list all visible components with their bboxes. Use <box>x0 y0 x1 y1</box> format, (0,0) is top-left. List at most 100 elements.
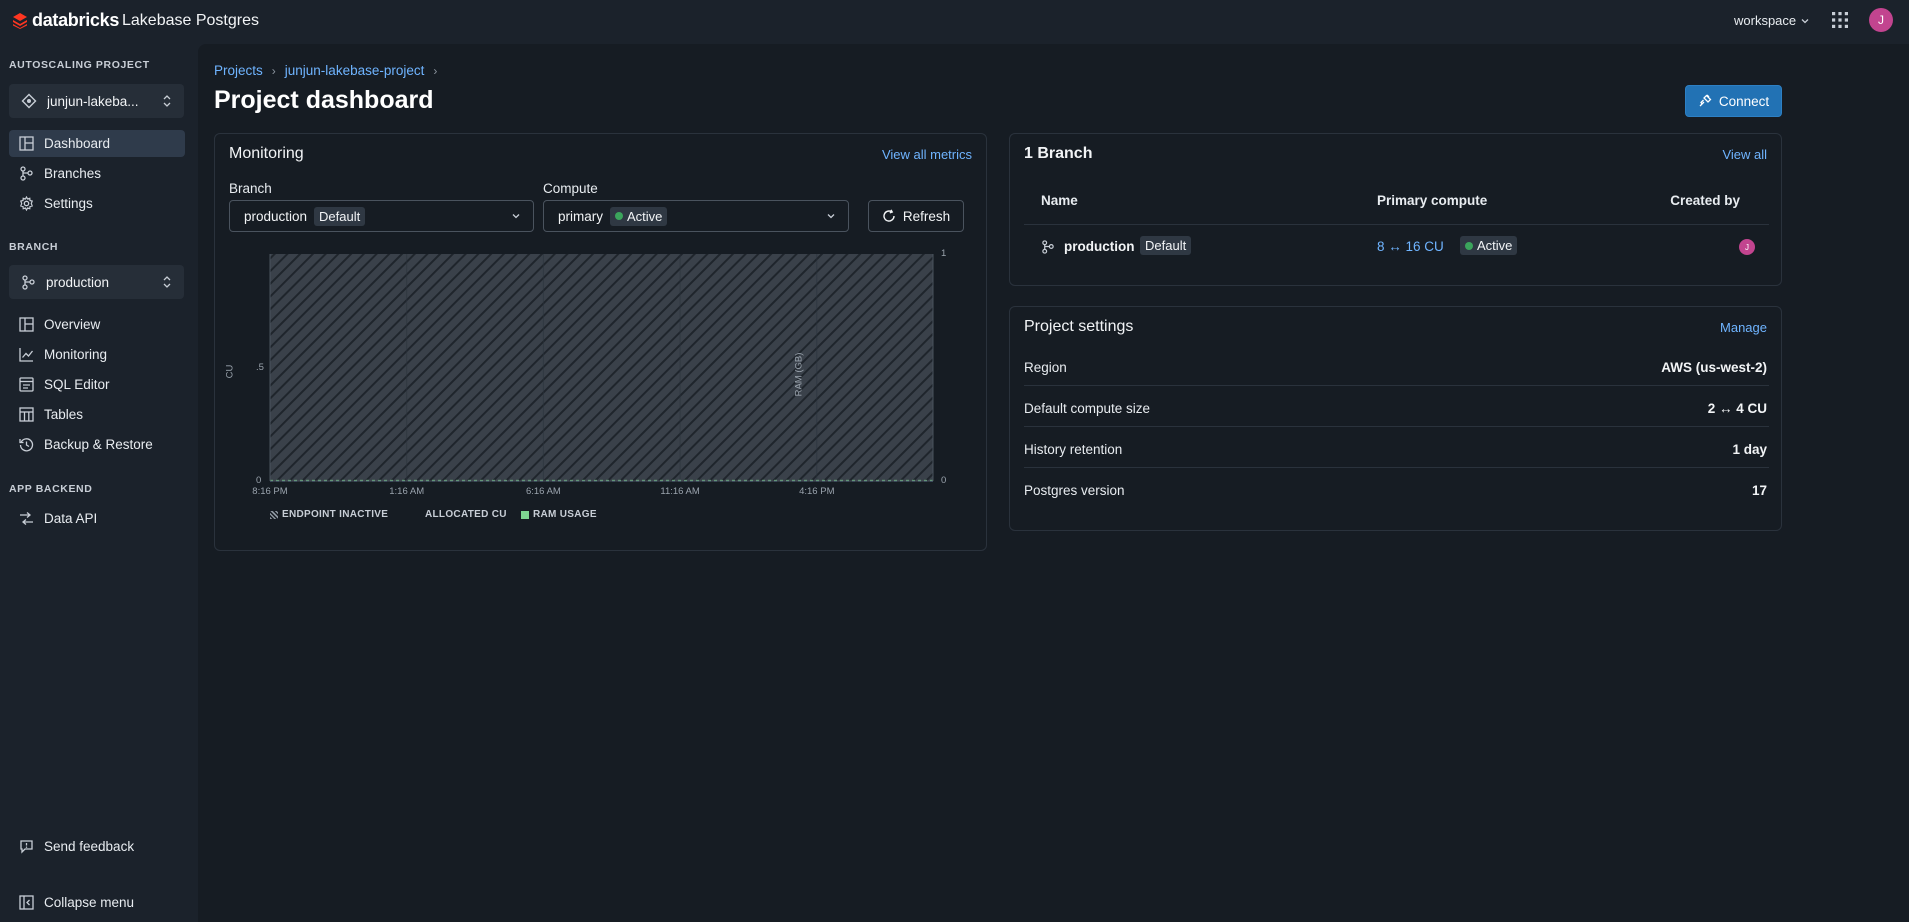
legend-label: RAM USAGE <box>533 509 597 520</box>
sidebar-item-label: SQL Editor <box>44 377 110 392</box>
settings-label-region: Region <box>1024 360 1067 375</box>
sql-editor-icon <box>19 377 34 392</box>
table-row[interactable]: production Default 8 ↔ 16 CU Active J <box>1024 225 1769 271</box>
gear-icon <box>20 196 33 211</box>
view-all-branches-link[interactable]: View all <box>1722 147 1767 162</box>
column-header-primary-compute: Primary compute <box>1377 193 1488 208</box>
sidebar-item-settings[interactable]: Settings <box>9 190 185 217</box>
breadcrumb-project-link[interactable]: junjun-lakebase-project <box>285 63 425 78</box>
settings-value-region: AWS (us-west-2) <box>1661 360 1767 375</box>
collapse-sidebar-icon <box>19 895 34 910</box>
up-down-chevron-icon <box>163 276 171 288</box>
sidebar-item-label: Backup & Restore <box>44 437 153 452</box>
sidebar-item-backup-restore[interactable]: Backup & Restore <box>9 431 185 458</box>
legend-label: ALLOCATED CU <box>425 509 507 520</box>
settings-label-history-retention: History retention <box>1024 442 1123 457</box>
settings-divider <box>1024 385 1769 386</box>
workspace-switcher[interactable]: workspace <box>1734 13 1810 28</box>
databricks-logo[interactable]: databricks <box>12 10 119 31</box>
send-feedback-label: Send feedback <box>44 839 135 854</box>
send-feedback-button[interactable]: Send feedback <box>9 833 185 860</box>
app-backend-section-label: APP BACKEND <box>9 483 93 495</box>
chart-plot-area <box>269 254 934 482</box>
column-header-name: Name <box>1041 193 1078 208</box>
dashboard-icon <box>19 317 34 332</box>
column-header-created-by: Created by <box>1670 193 1740 208</box>
project-selector[interactable]: junjun-lakeba... <box>9 84 184 118</box>
settings-label-compute-size: Default compute size <box>1024 401 1151 416</box>
x-tick-label: 1:16 AM <box>389 486 425 497</box>
sidebar-item-label: Data API <box>44 511 98 526</box>
plug-icon <box>1699 94 1712 107</box>
legend-swatch <box>270 510 278 519</box>
x-tick-label: 8:16 PM <box>252 486 288 497</box>
monitoring-card: Monitoring View all metrics Branch produ… <box>214 133 987 551</box>
y-right-tick-label: 0 <box>941 475 947 486</box>
x-tick-label: 11:16 AM <box>660 486 700 497</box>
sidebar-item-label: Branches <box>44 166 102 181</box>
history-icon <box>19 438 34 452</box>
breadcrumb-projects-link[interactable]: Projects <box>214 63 263 78</box>
collapse-menu-button[interactable]: Collapse menu <box>9 889 185 916</box>
branch-selector[interactable]: production <box>9 265 184 299</box>
apps-grid-icon[interactable] <box>1831 11 1849 29</box>
y-left-tick-label: .5 <box>256 361 264 373</box>
manage-settings-link[interactable]: Manage <box>1720 320 1767 335</box>
feedback-icon <box>20 840 33 854</box>
settings-label-postgres-version: Postgres version <box>1024 483 1125 498</box>
compute-status-text: Active <box>1477 238 1513 253</box>
x-tick-label: 6:16 AM <box>525 486 561 497</box>
project-section-label: AUTOSCALING PROJECT <box>9 59 150 71</box>
legend-item[interactable]: ALLOCATED CU <box>421 509 507 520</box>
sidebar-item-branches[interactable]: Branches <box>9 160 185 187</box>
chevron-right-icon: › <box>433 63 438 78</box>
data-api-icon <box>20 512 33 525</box>
connect-button[interactable]: Connect <box>1685 85 1782 117</box>
app-title: Lakebase Postgres <box>122 12 259 29</box>
sidebar-item-overview[interactable]: Overview <box>9 311 185 338</box>
sidebar-item-monitoring[interactable]: Monitoring <box>9 341 185 368</box>
settings-value-history-retention: 1 day <box>1732 442 1767 457</box>
legend-swatch <box>521 510 529 519</box>
project-settings-title: Project settings <box>1024 318 1134 335</box>
legend-item[interactable]: ENDPOINT INACTIVE <box>270 509 388 520</box>
default-badge: Default <box>1140 236 1192 255</box>
sidebar-item-data-api[interactable]: Data API <box>9 505 185 532</box>
sidebar-item-label: Tables <box>44 407 84 422</box>
dashboard-icon <box>19 136 34 151</box>
primary-compute-link[interactable]: 8 ↔ 16 CU <box>1377 239 1444 254</box>
table-icon <box>19 407 34 422</box>
legend-label: ENDPOINT INACTIVE <box>282 509 389 520</box>
chevron-down-icon <box>1801 18 1809 23</box>
main-content: Projects › junjun-lakebase-project › Pro… <box>198 44 1909 922</box>
brand-name: databricks <box>32 10 120 30</box>
branches-title: 1 Branch <box>1024 145 1093 162</box>
chevron-right-icon: › <box>271 63 276 78</box>
branch-row-name[interactable]: production <box>1064 239 1135 254</box>
project-icon <box>21 93 37 109</box>
up-down-chevron-icon <box>163 95 171 107</box>
top-bar: databricks Lakebase Postgres workspace J <box>0 0 1909 44</box>
collapse-menu-label: Collapse menu <box>44 895 135 910</box>
settings-divider <box>1024 467 1769 468</box>
y-left-axis-title: CU <box>224 364 236 379</box>
branch-icon <box>1042 240 1054 254</box>
sidebar-item-dashboard[interactable]: Dashboard <box>9 130 185 157</box>
legend-item[interactable]: RAM USAGE <box>521 509 597 520</box>
workspace-label: workspace <box>1734 13 1797 28</box>
chart-line-icon <box>19 348 34 362</box>
connect-label: Connect <box>1718 93 1770 109</box>
user-avatar[interactable]: J <box>1869 8 1893 32</box>
sidebar-item-sql-editor[interactable]: SQL Editor <box>9 371 185 398</box>
branch-section-label: BRANCH <box>9 241 59 253</box>
compute-status-badge: Active <box>1460 236 1518 255</box>
x-tick-label: 4:16 PM <box>799 486 835 497</box>
sidebar-item-label: Overview <box>44 317 101 332</box>
sidebar-item-label: Dashboard <box>44 136 111 151</box>
settings-divider <box>1024 426 1769 427</box>
sidebar-item-label: Monitoring <box>44 347 108 362</box>
endpoint-inactive-area <box>270 254 933 481</box>
settings-value-postgres-version: 17 <box>1751 483 1767 498</box>
sidebar-item-tables[interactable]: Tables <box>9 401 185 428</box>
creator-avatar: J <box>1739 239 1755 255</box>
